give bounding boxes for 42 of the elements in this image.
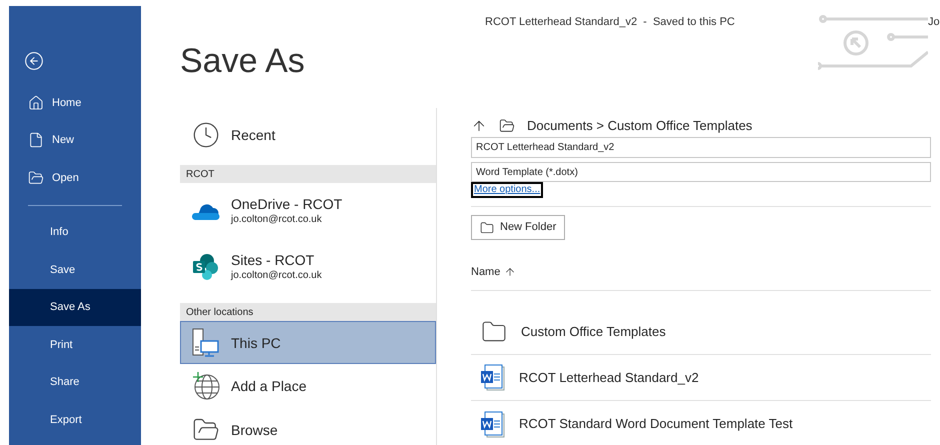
clock-icon (192, 121, 220, 149)
location-item[interactable]: This PC (180, 321, 436, 364)
back-button[interactable] (23, 50, 45, 72)
page-heading: Save As (180, 42, 305, 80)
sidebar-item[interactable]: Save As (9, 288, 141, 326)
location-item[interactable]: Add a Place (180, 364, 436, 408)
file-row[interactable]: RCOT Letterhead Standard_v2 (471, 355, 931, 401)
sharepoint-icon (192, 253, 220, 281)
folder-icon (480, 220, 494, 234)
sidebar-item[interactable]: Info (9, 214, 141, 251)
file-row[interactable]: RCOT Standard Word Document Template Test (471, 401, 931, 445)
more-options-link[interactable]: More options... (471, 182, 544, 198)
computer-icon (192, 328, 220, 358)
name-column-header[interactable]: Name (471, 262, 516, 282)
folder-icon (499, 118, 515, 134)
location-item[interactable]: OneDrive - RCOT jo.colton@rcot.co.uk (180, 183, 436, 239)
sidebar-item[interactable]: Home (9, 84, 141, 122)
new-folder-button[interactable]: New Folder (471, 215, 566, 240)
location-item[interactable]: Browse (180, 408, 436, 445)
sidebar-item[interactable]: Print (9, 326, 141, 364)
sidebar-item[interactable]: Share (9, 364, 141, 401)
sidebar-item[interactable]: New (9, 122, 141, 159)
file-type-dropdown[interactable]: Word Template (*.dotx) (471, 162, 931, 182)
home-icon (28, 94, 44, 111)
sidebar-item[interactable]: Export (9, 401, 141, 438)
section-header: Other locations (180, 303, 436, 321)
sidebar-item[interactable]: Save (9, 251, 141, 288)
folder-path[interactable]: Documents > Custom Office Templates (527, 116, 752, 136)
window-title: RCOT Letterhead Standard_v2 - Saved to this PC (485, 15, 735, 30)
word-document-icon (481, 410, 505, 438)
document-icon (28, 132, 44, 148)
file-name-field[interactable]: RCOT Letterhead Standard_v2 (471, 137, 931, 158)
folder-icon (28, 170, 44, 186)
sidebar-item[interactable]: Open (9, 159, 141, 196)
section-header: RCOT (180, 165, 436, 183)
location-item[interactable]: Sites - RCOT jo.colton@rcot.co.uk (180, 239, 436, 295)
user-name: Jo (928, 15, 940, 30)
file-row[interactable]: Custom Office Templates (471, 309, 931, 355)
cloud-icon (192, 202, 220, 220)
globe-plus-icon (192, 372, 220, 400)
location-item[interactable]: Recent (180, 113, 436, 157)
word-document-icon (481, 364, 505, 391)
